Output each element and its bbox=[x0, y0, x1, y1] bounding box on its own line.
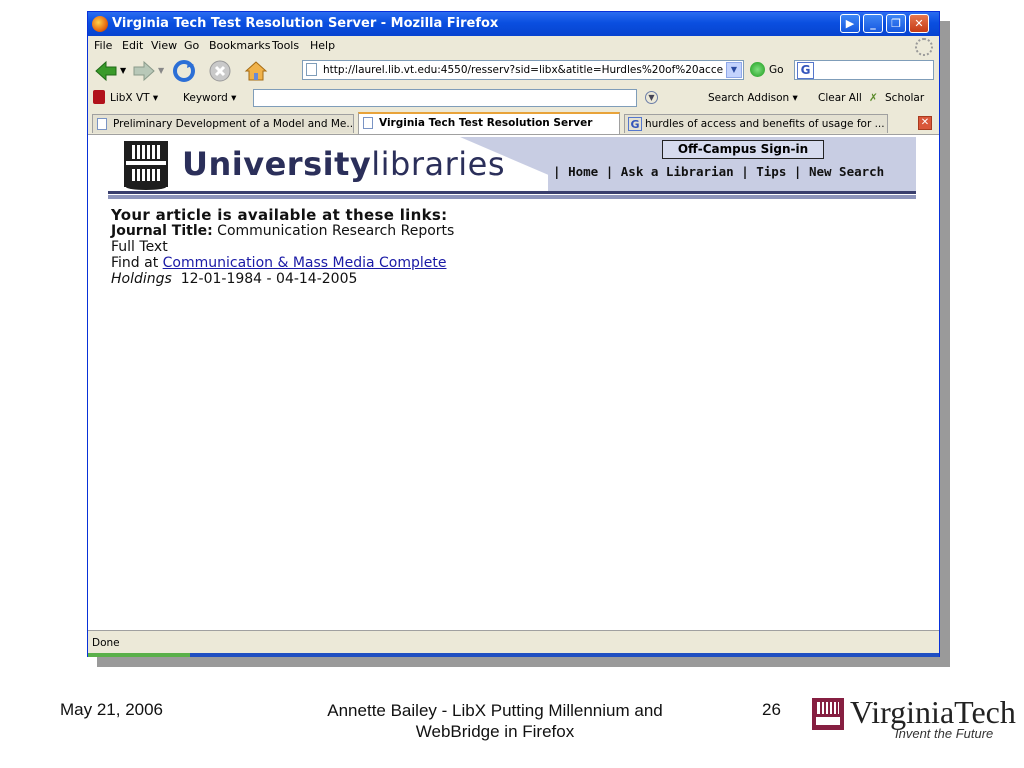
go-button[interactable]: Go bbox=[769, 64, 784, 76]
footer-title-line2: WebBridge in Firefox bbox=[415, 722, 575, 741]
journal-title-value: Communication Research Reports bbox=[217, 223, 455, 239]
maximize-button[interactable]: ❐ bbox=[886, 14, 906, 33]
url-dropdown-icon[interactable]: ▼ bbox=[726, 62, 742, 78]
scholar-icon: ✗ bbox=[869, 92, 878, 104]
banner-divider bbox=[108, 191, 916, 194]
off-campus-signin-button[interactable]: Off-Campus Sign-in bbox=[662, 140, 824, 159]
menu-help[interactable]: Help bbox=[310, 39, 335, 52]
footer-title-line1: Annette Bailey - LibX Putting Millennium… bbox=[327, 701, 663, 720]
menu-bookmarks[interactable]: Bookmarks bbox=[209, 39, 270, 52]
page-content: Universitylibraries Off-Campus Sign-in |… bbox=[88, 134, 939, 631]
navigation-toolbar: ▼ ▼ http://laurel.lib.vt.edu:4550/resser… bbox=[88, 56, 939, 86]
full-text-label: Full Text bbox=[111, 239, 168, 255]
menu-view[interactable]: View bbox=[151, 39, 177, 52]
url-text: http://laurel.lib.vt.edu:4550/resserv?si… bbox=[323, 64, 723, 76]
holdings-value: 12-01-1984 - 04-14-2005 bbox=[180, 271, 358, 287]
libx-toolbar: LibX VT ▾ Keyword ▾ ▼ Search Addison ▾ C… bbox=[88, 86, 939, 110]
university-libraries-logo[interactable]: Universitylibraries bbox=[182, 145, 505, 183]
footer-page-number: 26 bbox=[762, 700, 781, 719]
libx-menu[interactable]: LibX VT ▾ bbox=[110, 92, 158, 104]
results-heading: Your article is available at these links… bbox=[111, 206, 448, 224]
holdings-label: Holdings bbox=[111, 271, 172, 287]
forward-arrow-icon[interactable] bbox=[132, 59, 156, 83]
back-dropdown-icon[interactable]: ▼ bbox=[120, 66, 126, 75]
find-at-row: Find at Communication & Mass Media Compl… bbox=[111, 255, 454, 271]
menu-bar: File Edit View Go Bookmarks Tools Help bbox=[88, 36, 939, 56]
libx-clear-button[interactable]: Clear All bbox=[818, 92, 862, 104]
reload-icon[interactable] bbox=[172, 59, 196, 83]
menu-go[interactable]: Go bbox=[184, 39, 199, 52]
libx-search-type[interactable]: Keyword ▾ bbox=[183, 92, 236, 104]
libx-search-input[interactable] bbox=[253, 89, 637, 107]
firefox-icon bbox=[92, 16, 108, 32]
libx-search-button[interactable]: Search Addison ▾ bbox=[708, 92, 798, 104]
tab-label: hurdles of access and benefits of usage … bbox=[645, 118, 885, 130]
page-icon bbox=[363, 117, 373, 129]
browser-window: Virginia Tech Test Resolution Server - M… bbox=[87, 11, 940, 657]
tab-hurdles[interactable]: G hurdles of access and benefits of usag… bbox=[624, 114, 888, 133]
tab-virginia-tech[interactable]: Virginia Tech Test Resolution Server bbox=[358, 112, 620, 134]
tab-preliminary[interactable]: Preliminary Development of a Model and M… bbox=[92, 114, 354, 133]
menu-file[interactable]: File bbox=[94, 39, 112, 52]
logo-university: University bbox=[182, 145, 372, 183]
google-search-icon[interactable]: G bbox=[797, 62, 814, 79]
library-banner: Universitylibraries Off-Campus Sign-in |… bbox=[108, 137, 916, 201]
google-icon: G bbox=[628, 117, 642, 131]
library-seal-icon bbox=[124, 141, 168, 190]
window-title: Virginia Tech Test Resolution Server - M… bbox=[112, 16, 499, 31]
nav-ask-librarian-link[interactable]: Ask a Librarian bbox=[621, 164, 734, 179]
footer-title: Annette Bailey - LibX Putting Millennium… bbox=[290, 700, 700, 742]
home-icon[interactable] bbox=[244, 59, 268, 83]
menu-edit[interactable]: Edit bbox=[122, 39, 143, 52]
nav-separator: | bbox=[605, 164, 614, 179]
stop-icon[interactable] bbox=[208, 59, 232, 83]
vt-seal-icon bbox=[812, 698, 844, 730]
journal-title-label: Journal Title: bbox=[111, 223, 213, 239]
database-link[interactable]: Communication & Mass Media Complete bbox=[163, 255, 447, 271]
journal-title-row: Journal Title: Communication Research Re… bbox=[111, 223, 454, 239]
close-button[interactable]: ✕ bbox=[909, 14, 929, 33]
status-bar: Done bbox=[88, 630, 939, 657]
nav-new-search-link[interactable]: New Search bbox=[809, 164, 884, 179]
libx-dropdown-icon[interactable]: ▼ bbox=[645, 91, 658, 104]
libx-scholar-button[interactable]: Scholar bbox=[885, 92, 924, 104]
nav-separator: | bbox=[741, 164, 749, 179]
library-nav: | Home | Ask a Librarian | Tips | New Se… bbox=[553, 164, 916, 182]
back-arrow-icon[interactable] bbox=[94, 59, 118, 83]
nav-home-link[interactable]: Home bbox=[568, 164, 598, 179]
tab-bar: Preliminary Development of a Model and M… bbox=[88, 110, 939, 134]
logo-libraries: libraries bbox=[371, 145, 506, 183]
libx-icon bbox=[93, 90, 105, 104]
nav-tips-link[interactable]: Tips bbox=[756, 164, 786, 179]
holdings-row: Holdings 12-01-1984 - 04-14-2005 bbox=[111, 271, 454, 287]
page-icon bbox=[306, 63, 317, 76]
nav-separator: | bbox=[553, 164, 561, 179]
url-bar[interactable]: http://laurel.lib.vt.edu:4550/resserv?si… bbox=[302, 60, 744, 80]
close-tab-button[interactable]: ✕ bbox=[918, 116, 932, 130]
play-icon[interactable]: ▶ bbox=[840, 14, 860, 33]
minimize-button[interactable]: _ bbox=[863, 14, 883, 33]
status-progress-strip bbox=[88, 653, 939, 657]
article-results: Your article is available at these links… bbox=[111, 207, 454, 287]
search-input[interactable]: G bbox=[794, 60, 934, 80]
footer-date: May 21, 2006 bbox=[60, 700, 164, 719]
forward-dropdown-icon[interactable]: ▼ bbox=[158, 66, 164, 75]
nav-separator: | bbox=[793, 164, 802, 179]
page-icon bbox=[97, 118, 107, 130]
go-icon[interactable] bbox=[750, 62, 765, 77]
tab-label: Preliminary Development of a Model and M… bbox=[113, 118, 354, 130]
banner-divider-lower bbox=[108, 195, 916, 199]
menu-tools[interactable]: Tools bbox=[272, 39, 299, 52]
vt-tagline: Invent the Future bbox=[895, 726, 994, 741]
title-bar[interactable]: Virginia Tech Test Resolution Server - M… bbox=[88, 12, 939, 36]
find-at-label: Find at bbox=[111, 255, 159, 271]
throbber-icon bbox=[915, 38, 933, 56]
status-text: Done bbox=[92, 637, 120, 649]
tab-label: Virginia Tech Test Resolution Server bbox=[379, 117, 593, 129]
